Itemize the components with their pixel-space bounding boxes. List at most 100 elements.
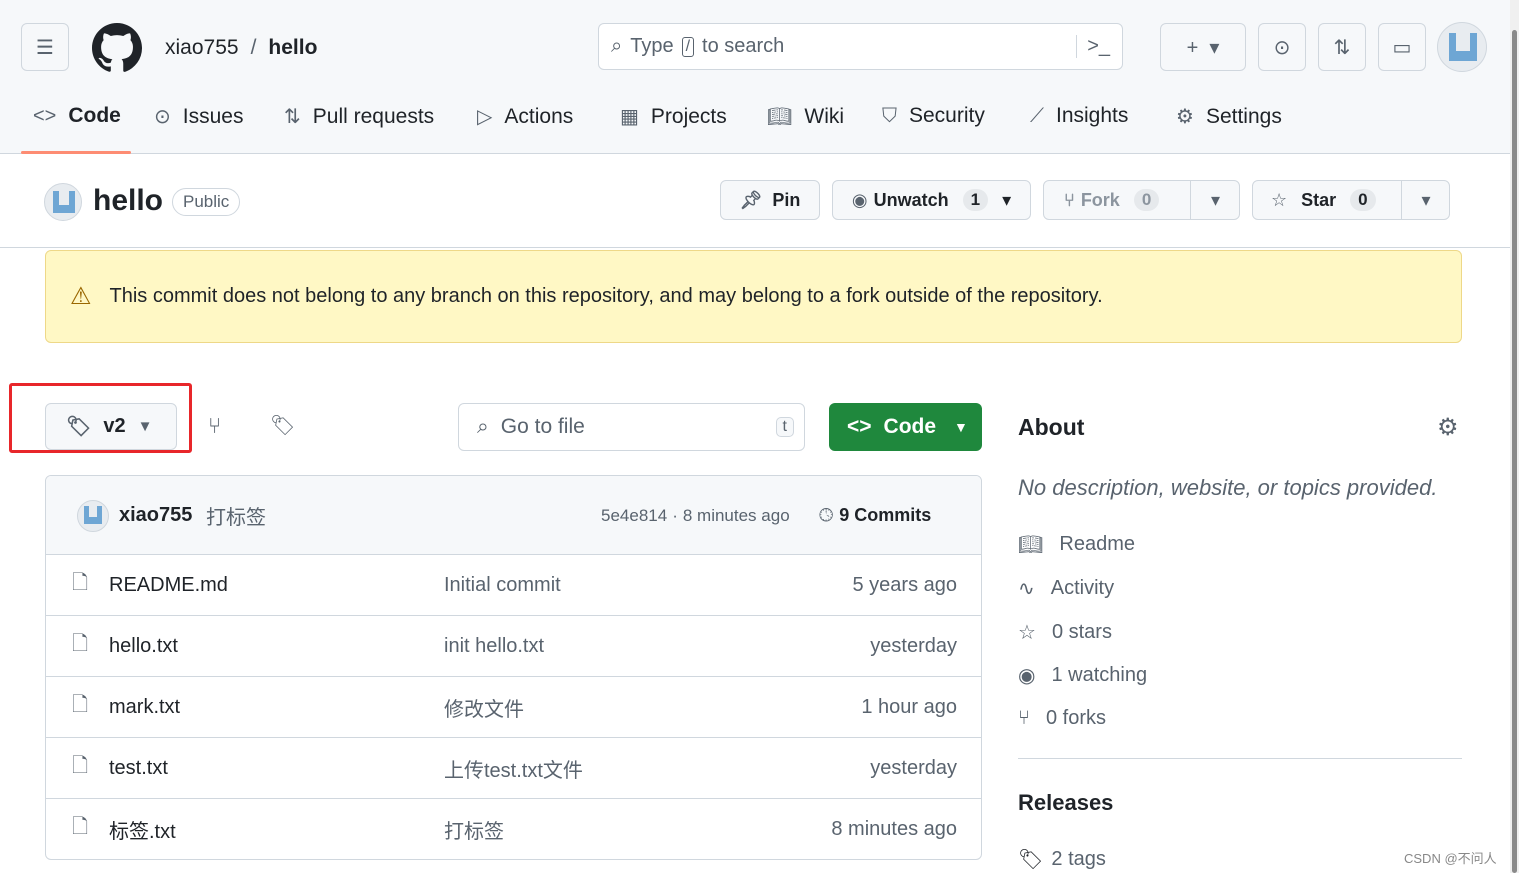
file-commit-message[interactable]: Initial commit — [444, 574, 561, 597]
ref-selector[interactable]: 🏷︎ v2 ▼ — [45, 403, 177, 450]
file-name[interactable]: test.txt — [109, 757, 168, 780]
scrollbar-thumb[interactable] — [1512, 30, 1517, 873]
file-commit-message[interactable]: 上传test.txt文件 — [444, 754, 583, 783]
repo-title[interactable]: hello — [93, 184, 163, 218]
about-title: About — [1018, 414, 1085, 440]
breadcrumb-separator: / — [250, 36, 257, 59]
pr-icon: ⇅ — [284, 106, 301, 128]
tab-projects[interactable]: ▦ Projects — [620, 104, 727, 129]
file-commit-message[interactable]: 打标签 — [444, 815, 504, 844]
chevron-down-icon: ▾ — [1002, 189, 1012, 210]
file-commit-message[interactable]: init hello.txt — [444, 635, 544, 658]
tags-icon[interactable]: 🏷︎ — [270, 413, 295, 438]
activity-link[interactable]: ∿ Activity — [1018, 576, 1114, 601]
file-row[interactable]: 🗋 test.txt 上传test.txt文件 yesterday — [46, 737, 981, 798]
commits-link[interactable]: 🕓︎ 9 Commits — [819, 505, 931, 526]
commit-message[interactable]: 打标签 — [206, 501, 266, 530]
go-to-file-input[interactable]: ⌕ Go to file t — [458, 403, 805, 451]
pr-icon: ⇅ — [1333, 36, 1351, 59]
tab-label: Security — [909, 104, 985, 127]
commit-author[interactable]: xiao755 — [119, 504, 192, 527]
stars-link[interactable]: ☆ 0 stars — [1018, 620, 1112, 645]
commit-author-avatar — [77, 500, 109, 532]
releases-heading[interactable]: Releases — [1018, 790, 1113, 816]
file-name[interactable]: hello.txt — [109, 635, 178, 658]
divider — [1018, 758, 1462, 759]
file-commit-time: 1 hour ago — [861, 695, 957, 718]
file-row[interactable]: 🗋 hello.txt init hello.txt yesterday — [46, 615, 981, 676]
command-palette-icon[interactable]: >_ — [1076, 35, 1110, 58]
github-logo-icon[interactable] — [92, 23, 142, 73]
chevron-down-icon: ▼ — [954, 419, 968, 435]
tab-label: Actions — [504, 104, 574, 128]
watch-count: 1 — [962, 189, 989, 211]
fork-icon: ⑂ — [1064, 189, 1075, 210]
file-row[interactable]: 🗋 README.md Initial commit 5 years ago — [46, 554, 981, 615]
star-dropdown-icon[interactable]: ▾ — [1401, 181, 1450, 219]
code-dropdown-button[interactable]: <> Code ▼ — [829, 403, 982, 451]
branches-icon[interactable]: ⑂ — [208, 413, 221, 439]
file-name[interactable]: mark.txt — [109, 696, 180, 719]
divider — [0, 247, 1510, 248]
inbox-icon: ▭ — [1392, 36, 1412, 59]
unwatch-label: Unwatch — [873, 189, 949, 210]
file-commit-time: yesterday — [870, 634, 957, 657]
gear-icon: ⚙ — [1176, 106, 1194, 128]
tab-issues[interactable]: ⊙ Issues — [154, 104, 243, 129]
code-button-label: Code — [883, 415, 937, 438]
breadcrumb-repo[interactable]: hello — [268, 36, 317, 60]
ref-label: v2 — [103, 415, 126, 437]
issues-button[interactable]: ⊙ — [1258, 23, 1306, 71]
inbox-button[interactable]: ▭ — [1378, 23, 1426, 71]
tab-pull-requests[interactable]: ⇅ Pull requests — [284, 104, 434, 129]
readme-link[interactable]: 📖︎ Readme — [1018, 532, 1135, 557]
tab-label: Projects — [650, 104, 727, 128]
commit-sha[interactable]: 5e4e814 — [601, 506, 667, 526]
file-row[interactable]: 🗋 标签.txt 打标签 8 minutes ago — [46, 798, 981, 859]
pull-requests-button[interactable]: ⇅ — [1318, 23, 1366, 71]
fork-button[interactable]: ⑂ Fork 0 ▾ — [1043, 180, 1240, 220]
unwatch-button[interactable]: ◉ Unwatch 1 ▾ — [832, 180, 1031, 220]
gear-icon[interactable]: ⚙ — [1437, 413, 1459, 442]
scrollbar[interactable] — [1510, 0, 1519, 873]
file-icon: 🗋 — [72, 633, 89, 655]
separator-dot: · — [672, 505, 678, 525]
pin-icon: 📌︎ — [739, 189, 763, 210]
issue-icon: ⊙ — [154, 106, 171, 128]
watermark: CSDN @不问人 — [1404, 851, 1497, 866]
search-input[interactable]: ⌕ Type / to search >_ — [598, 23, 1123, 70]
tab-code[interactable]: <> Code — [33, 104, 121, 128]
tags-link[interactable]: 🏷︎ 2 tags — [1018, 847, 1106, 872]
breadcrumb-owner[interactable]: xiao755 — [165, 36, 239, 60]
pin-button[interactable]: 📌︎ Pin — [720, 180, 820, 220]
tab-wiki[interactable]: 📖︎ Wiki — [767, 104, 844, 129]
file-commit-time: 5 years ago — [852, 573, 957, 596]
tab-security[interactable]: ⛉ Security — [882, 104, 985, 128]
star-count: 0 — [1350, 189, 1376, 211]
forks-link[interactable]: ⑂ 0 forks — [1018, 707, 1106, 730]
issue-icon: ⊙ — [1273, 36, 1291, 59]
tab-settings[interactable]: ⚙ Settings — [1176, 104, 1282, 129]
tab-label: Issues — [182, 104, 244, 128]
pin-label: Pin — [772, 189, 801, 210]
fork-count: 0 — [1133, 189, 1160, 211]
file-name[interactable]: README.md — [109, 574, 228, 597]
readme-label: Readme — [1059, 533, 1135, 555]
file-icon: 🗋 — [72, 816, 89, 838]
fork-label: Fork — [1080, 189, 1120, 210]
file-name[interactable]: 标签.txt — [109, 815, 176, 844]
watching-link[interactable]: ◉ 1 watching — [1018, 663, 1147, 688]
file-row[interactable]: 🗋 mark.txt 修改文件 1 hour ago — [46, 676, 981, 737]
tab-insights[interactable]: ⟋ Insights — [1030, 104, 1128, 128]
tab-actions[interactable]: ▷ Actions — [477, 104, 573, 129]
star-button[interactable]: ☆ Star 0 ▾ — [1252, 180, 1450, 220]
file-commit-message[interactable]: 修改文件 — [444, 693, 524, 722]
menu-button[interactable]: ☰ — [21, 23, 69, 71]
search-placeholder-suffix: to search — [702, 35, 785, 57]
avatar[interactable] — [1437, 22, 1487, 72]
search-icon: ⌕ — [611, 35, 623, 57]
fork-dropdown-icon[interactable]: ▾ — [1190, 181, 1240, 219]
pulse-icon: ∿ — [1018, 578, 1035, 600]
create-new-button[interactable]: + ▾ — [1160, 23, 1246, 71]
repo-avatar — [44, 183, 82, 221]
